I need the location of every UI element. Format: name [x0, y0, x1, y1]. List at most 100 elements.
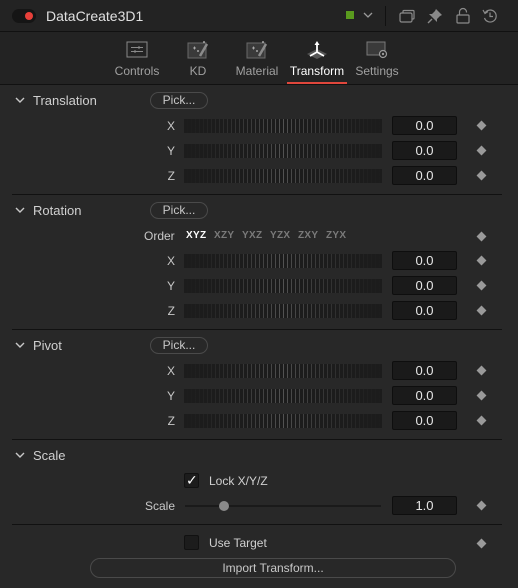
chevron-down-icon[interactable]	[362, 8, 374, 22]
translation-pick-button[interactable]: Pick...	[150, 92, 208, 109]
pivot-pick-button[interactable]: Pick...	[150, 337, 208, 354]
keyframe-diamond-icon[interactable]	[476, 305, 487, 316]
pivot-z-row: Z 0.0	[0, 411, 518, 433]
pin-icon[interactable]	[426, 7, 444, 25]
section-divider	[12, 524, 502, 525]
chevron-down-icon[interactable]	[15, 95, 25, 105]
tab-kd[interactable]: KD	[180, 32, 216, 84]
tab-bar: Controls KD Material Transform Settings	[0, 32, 518, 85]
pivot-z-slider[interactable]	[184, 414, 382, 428]
header-separator	[385, 6, 386, 26]
tab-settings[interactable]: Settings	[355, 32, 399, 84]
keyframe-diamond-icon[interactable]	[476, 500, 487, 511]
keyframe-diamond-icon[interactable]	[476, 120, 487, 131]
section-title: Rotation	[33, 203, 82, 218]
chevron-down-icon[interactable]	[15, 450, 25, 460]
use-target-checkbox[interactable]	[184, 535, 199, 550]
order-option-zxy[interactable]: ZXY	[298, 230, 318, 241]
scale-section-header[interactable]: Scale	[0, 446, 518, 466]
scale-row: Scale 1.0	[0, 496, 518, 518]
tab-controls[interactable]: Controls	[112, 32, 162, 84]
keyframe-diamond-icon[interactable]	[476, 538, 487, 549]
translation-section-header[interactable]: Translation Pick...	[0, 91, 518, 111]
translation-y-slider[interactable]	[184, 144, 382, 158]
pivot-y-slider[interactable]	[184, 389, 382, 403]
node-title: DataCreate3D1	[46, 8, 144, 24]
section-title: Scale	[33, 448, 66, 463]
translation-z-row: Z 0.0	[0, 166, 518, 188]
axis-label: Y	[166, 279, 175, 293]
sliders-icon	[126, 41, 148, 58]
translation-z-slider[interactable]	[184, 169, 382, 183]
node-color-swatch[interactable]	[345, 10, 355, 20]
keyframe-diamond-icon[interactable]	[476, 390, 487, 401]
pivot-y-input[interactable]: 0.0	[392, 386, 457, 405]
pivot-z-input[interactable]: 0.0	[392, 411, 457, 430]
translation-x-input[interactable]: 0.0	[392, 116, 457, 135]
scale-label: Scale	[144, 499, 175, 513]
node-enable-toggle[interactable]	[12, 9, 36, 23]
chevron-down-icon[interactable]	[15, 205, 25, 215]
keyframe-diamond-icon[interactable]	[476, 231, 487, 242]
axis-label: Z	[167, 414, 175, 428]
scale-input[interactable]: 1.0	[392, 496, 457, 515]
versions-icon[interactable]	[398, 7, 416, 25]
keyframe-diamond-icon[interactable]	[476, 145, 487, 156]
rotation-x-slider[interactable]	[184, 254, 382, 268]
rotation-y-input[interactable]: 0.0	[392, 276, 457, 295]
use-target-label: Use Target	[209, 536, 267, 550]
tab-material[interactable]: Material	[234, 32, 280, 84]
lock-icon[interactable]	[454, 7, 472, 25]
pivot-x-input[interactable]: 0.0	[392, 361, 457, 380]
pivot-x-row: X 0.0	[0, 361, 518, 383]
section-divider	[12, 439, 502, 440]
order-option-xyz[interactable]: XYZ	[186, 230, 206, 241]
tab-label: Settings	[355, 64, 399, 78]
pivot-x-slider[interactable]	[184, 364, 382, 378]
rotation-section-header[interactable]: Rotation Pick...	[0, 201, 518, 221]
axis-label: X	[166, 254, 175, 268]
rotation-z-input[interactable]: 0.0	[392, 301, 457, 320]
rotation-z-row: Z 0.0	[0, 301, 518, 323]
lock-xyz-checkbox[interactable]: ✓	[184, 472, 199, 488]
tab-label: KD	[189, 64, 207, 78]
enabled-indicator	[25, 12, 33, 20]
magic-wand-icon	[187, 41, 209, 59]
order-option-yzx[interactable]: YZX	[270, 230, 290, 241]
axis-label: X	[166, 119, 175, 133]
order-option-zyx[interactable]: ZYX	[326, 230, 346, 241]
rotation-x-row: X 0.0	[0, 251, 518, 273]
scale-slider[interactable]	[185, 505, 381, 507]
translation-z-input[interactable]: 0.0	[392, 166, 457, 185]
keyframe-diamond-icon[interactable]	[476, 280, 487, 291]
rotation-pick-button[interactable]: Pick...	[150, 202, 208, 219]
rotation-x-input[interactable]: 0.0	[392, 251, 457, 270]
import-transform-button[interactable]: Import Transform...	[90, 558, 456, 578]
keyframe-diamond-icon[interactable]	[476, 170, 487, 181]
tab-label: Transform	[289, 64, 345, 78]
section-divider	[12, 329, 502, 330]
translation-x-slider[interactable]	[184, 119, 382, 133]
lock-xyz-label: Lock X/Y/Z	[209, 474, 268, 488]
rotation-order-row: Order XYZ XZY YXZ YZX ZXY ZYX	[0, 227, 518, 249]
tab-transform[interactable]: Transform	[287, 32, 347, 84]
pivot-section-header[interactable]: Pivot Pick...	[0, 336, 518, 356]
order-option-xzy[interactable]: XZY	[214, 230, 234, 241]
keyframe-diamond-icon[interactable]	[476, 365, 487, 376]
keyframe-diamond-icon[interactable]	[476, 415, 487, 426]
chevron-down-icon[interactable]	[15, 340, 25, 350]
reset-icon[interactable]	[481, 7, 499, 25]
rotation-y-slider[interactable]	[184, 279, 382, 293]
axis-label: X	[166, 364, 175, 378]
translation-y-input[interactable]: 0.0	[392, 141, 457, 160]
magic-wand-icon	[246, 41, 268, 59]
scale-slider-handle[interactable]	[219, 501, 230, 511]
section-divider	[12, 194, 502, 195]
rotation-y-row: Y 0.0	[0, 276, 518, 298]
rotation-z-slider[interactable]	[184, 304, 382, 318]
order-option-yxz[interactable]: YXZ	[242, 230, 262, 241]
keyframe-diamond-icon[interactable]	[476, 255, 487, 266]
axis-label: Y	[166, 389, 175, 403]
translation-x-row: X 0.0	[0, 116, 518, 138]
pivot-y-row: Y 0.0	[0, 386, 518, 408]
